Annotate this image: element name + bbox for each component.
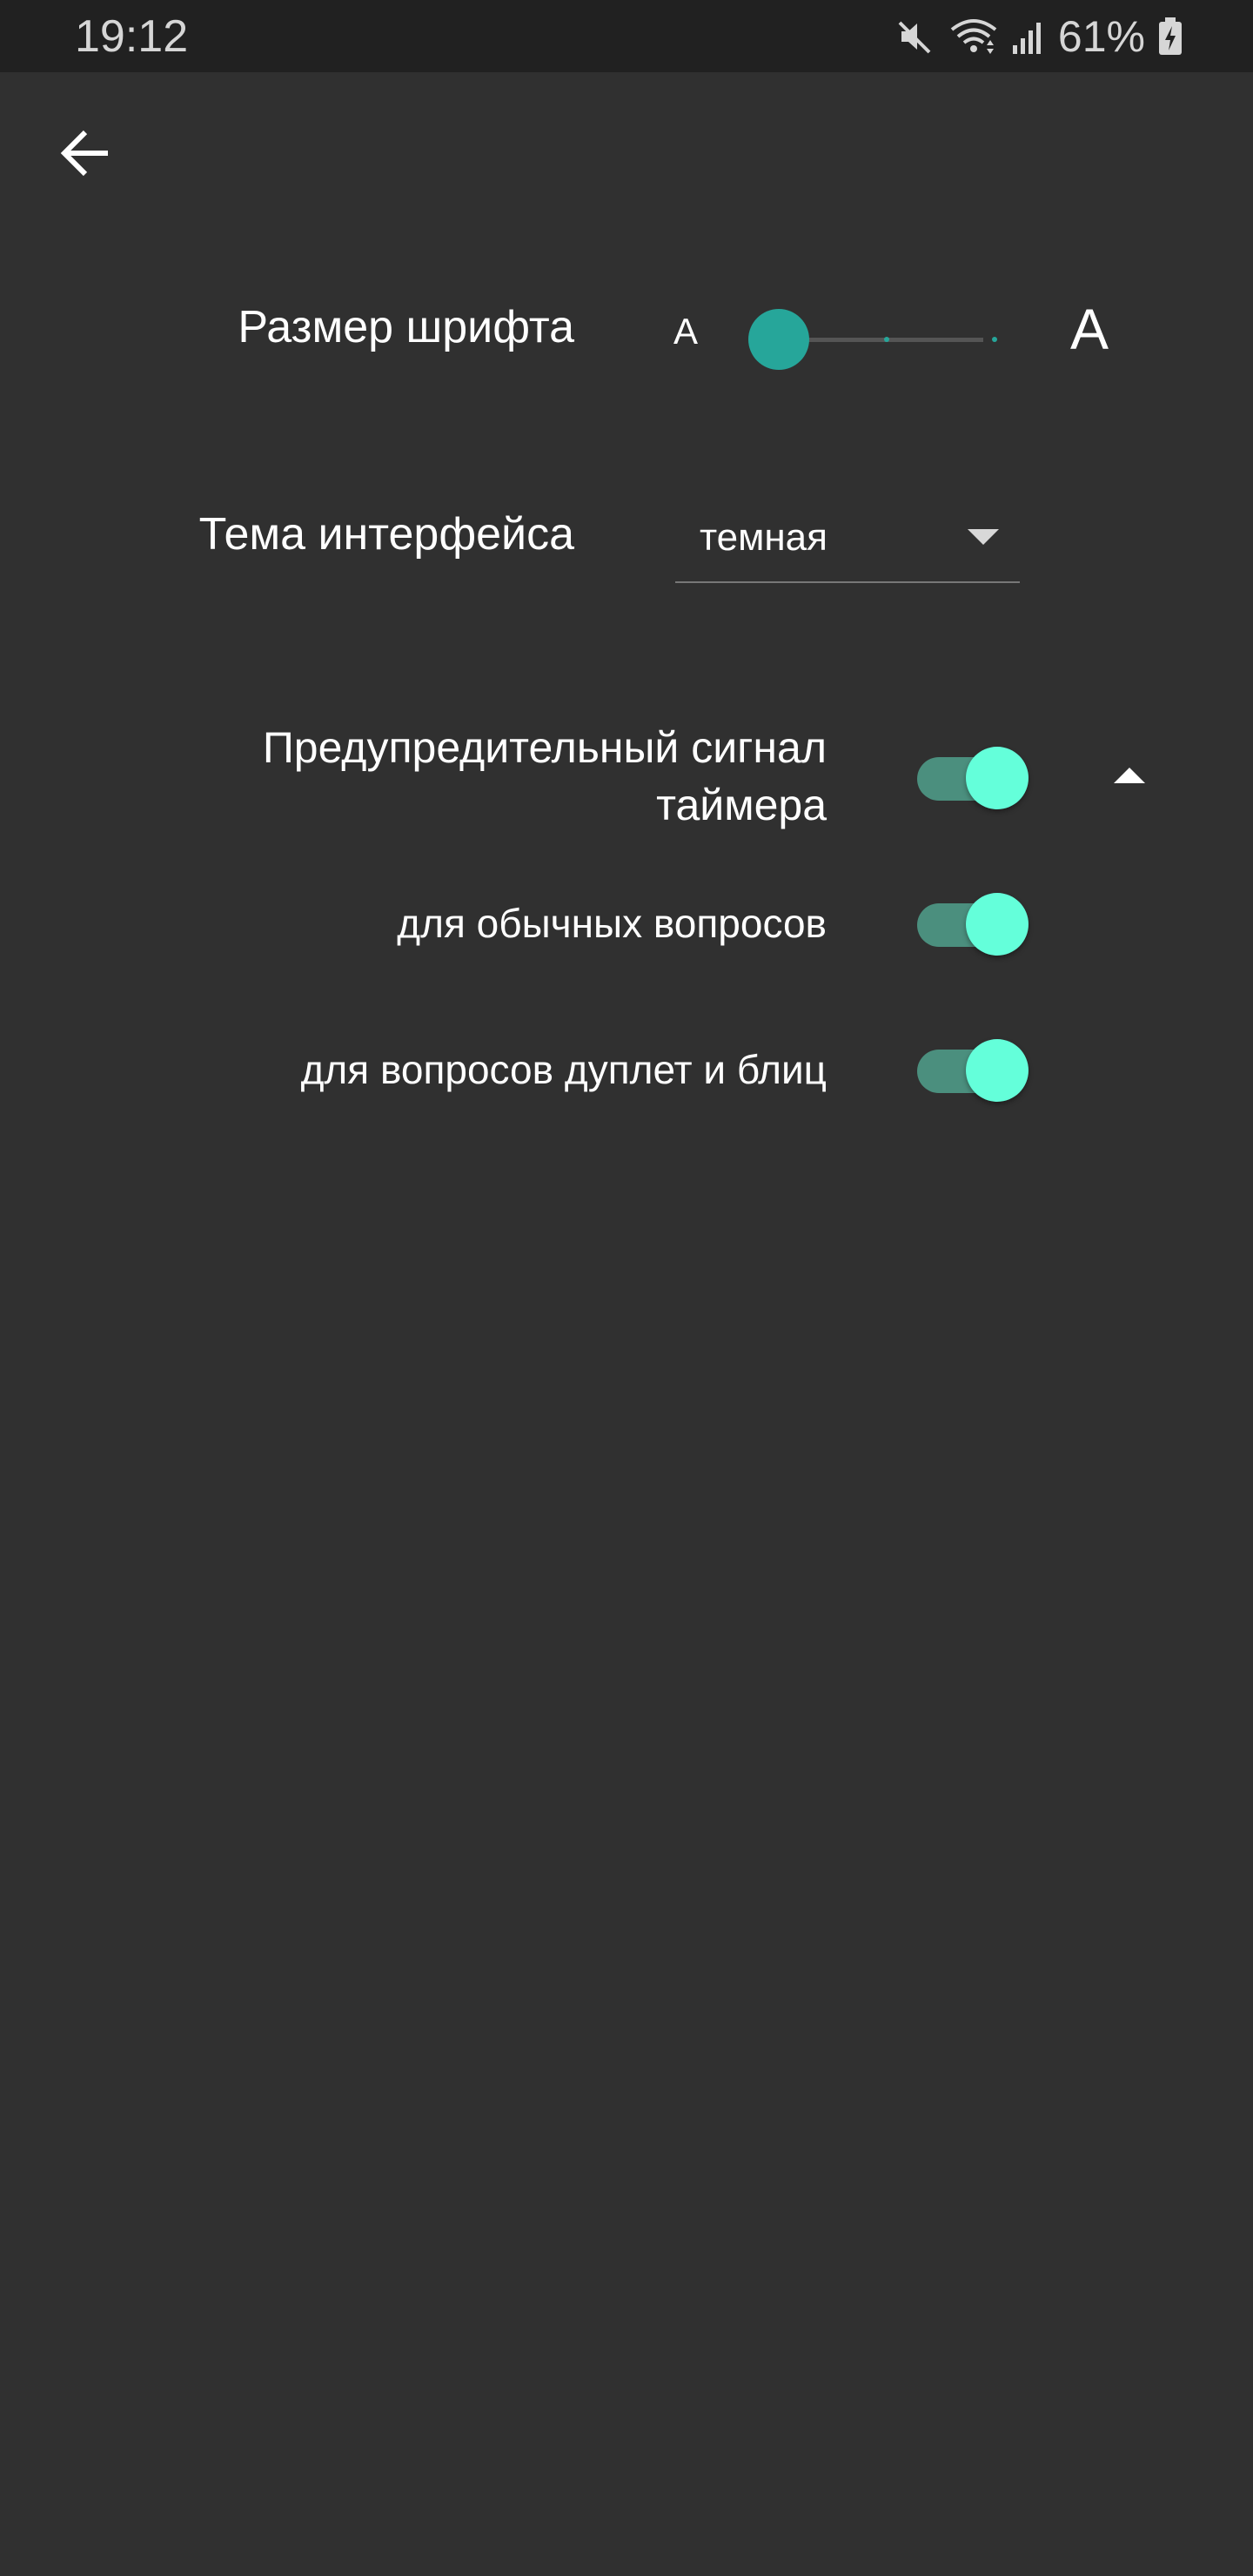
- timer-signal-label-line2: таймера: [656, 781, 827, 829]
- regular-questions-switch[interactable]: [917, 889, 1030, 956]
- doublet-blitz-questions-switch[interactable]: [917, 1036, 1030, 1102]
- battery-percent: 61%: [1057, 12, 1145, 61]
- switch-thumb: [966, 1039, 1029, 1102]
- theme-dropdown[interactable]: темная: [675, 503, 1020, 583]
- mute-icon: [895, 16, 936, 57]
- regular-questions-label: для обычных вопросов: [397, 901, 827, 946]
- font-size-large-glyph: A: [1070, 297, 1109, 361]
- status-time: 19:12: [75, 11, 189, 62]
- timer-signal-label-line1: Предупредительный сигнал: [262, 723, 827, 772]
- arrow-back-icon: [57, 125, 113, 185]
- font-size-label: Размер шрифта: [238, 302, 574, 352]
- slider-tick: [992, 337, 997, 342]
- font-size-slider[interactable]: [748, 308, 1009, 371]
- collapse-button[interactable]: [1098, 750, 1161, 802]
- timer-signal-label: Предупредительный сигнал таймера: [263, 719, 827, 834]
- slider-tick: [884, 337, 889, 342]
- dropdown-arrow-icon: [968, 529, 999, 545]
- status-icons: 61%: [895, 10, 1183, 63]
- battery-charging-icon: [1157, 16, 1183, 57]
- slider-thumb[interactable]: [748, 309, 809, 370]
- switch-thumb: [966, 893, 1029, 956]
- switch-thumb: [966, 747, 1029, 809]
- wifi-icon: [948, 16, 999, 57]
- theme-selected-value: темная: [700, 516, 828, 559]
- signal-icon: [1011, 16, 1046, 57]
- timer-signal-switch[interactable]: [917, 743, 1030, 809]
- doublet-blitz-questions-label: для вопросов дуплет и блиц: [300, 1047, 827, 1092]
- chevron-up-icon: [1114, 768, 1145, 783]
- status-bar: 19:12 61%: [0, 0, 1253, 72]
- font-size-small-glyph: A: [673, 311, 699, 352]
- theme-label: Тема интерфейса: [198, 509, 574, 560]
- back-button[interactable]: [44, 113, 127, 197]
